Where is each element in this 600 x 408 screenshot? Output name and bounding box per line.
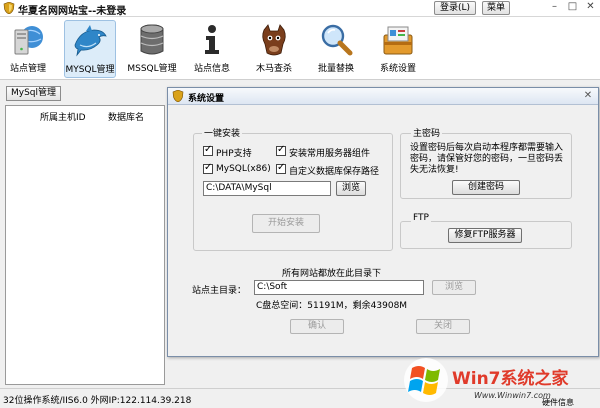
tool-batch-replace[interactable]: 批量替换 bbox=[310, 20, 362, 78]
custom-db-path-label: 自定义数据库保存路径 bbox=[289, 167, 380, 177]
tool-label: 系统设置 bbox=[379, 64, 416, 74]
start-install-button[interactable]: 开始安装 bbox=[252, 214, 320, 233]
tool-label: 站点信息 bbox=[193, 64, 230, 74]
confirm-button[interactable]: 确认 bbox=[290, 319, 344, 334]
tool-label: 木马查杀 bbox=[255, 64, 292, 74]
tool-label: 站点管理 bbox=[9, 64, 46, 74]
create-password-button[interactable]: 创建密码 bbox=[452, 180, 520, 195]
tool-label: 批量替换 bbox=[317, 64, 354, 74]
login-button[interactable]: 登录(L) bbox=[434, 1, 476, 15]
tool-site-info[interactable]: 站点信息 bbox=[186, 20, 238, 78]
server-icon bbox=[14, 26, 43, 55]
tool-mysql-management[interactable]: MYSQL管理 bbox=[64, 20, 116, 78]
maximize-icon[interactable]: □ bbox=[566, 1, 579, 15]
tool-trojan-scan[interactable]: 木马查杀 bbox=[248, 20, 300, 78]
site-watermark: Win7系统之家 Www.Winwin7.com 硬件信息 bbox=[402, 354, 598, 407]
column-header-db-name[interactable]: 数据库名 bbox=[108, 110, 144, 123]
master-password-group-label: 主密码 bbox=[411, 126, 443, 139]
mysql-x86-checkbox[interactable] bbox=[203, 162, 213, 174]
main-toolbar: 站点管理 MYSQL管理 MSSQL管理 站点信息 木马查杀 批量替换 系统设置 bbox=[0, 17, 600, 80]
master-password-description: 设置密码后每次启动本程序都需要输入密码，请保管好您的密码，一旦密码丢失无法恢复! bbox=[410, 143, 564, 175]
tool-site-management[interactable]: 站点管理 bbox=[2, 20, 54, 78]
dolphin-icon bbox=[74, 25, 107, 57]
dialog-title-bar: 系统设置 ✕ bbox=[168, 88, 598, 105]
status-text: 32位操作系统/IIS6.0 外网IP:122.114.39.218 bbox=[3, 396, 192, 406]
shield-logo-icon bbox=[3, 2, 15, 14]
mysql-x86-label: MySQL(x86) bbox=[216, 164, 271, 174]
info-icon bbox=[205, 25, 219, 54]
column-header-host-id[interactable]: 所属主机ID bbox=[40, 110, 86, 123]
custom-db-path-checkbox[interactable] bbox=[276, 162, 286, 174]
close-button[interactable]: 关闭 bbox=[416, 319, 470, 334]
database-icon bbox=[140, 24, 164, 55]
tool-label: MYSQL管理 bbox=[65, 65, 115, 75]
menu-button[interactable]: 菜单 bbox=[482, 1, 510, 15]
settings-icon bbox=[383, 26, 413, 55]
site-dir-browse-button[interactable]: 浏览 bbox=[432, 280, 476, 295]
server-components-label: 安装常用服务器组件 bbox=[289, 149, 371, 159]
watermark-overlay-text: 硬件信息 bbox=[542, 397, 574, 406]
tab-mysql-management[interactable]: MySql管理 bbox=[6, 86, 62, 101]
db-path-browse-button[interactable]: 浏览 bbox=[336, 181, 366, 196]
watermark-url: Www.Winwin7.com bbox=[474, 391, 551, 400]
close-icon[interactable]: ✕ bbox=[584, 1, 597, 15]
php-support-checkbox[interactable] bbox=[203, 144, 213, 156]
magnifier-icon bbox=[321, 24, 353, 56]
shield-logo-icon bbox=[172, 90, 184, 102]
install-group-label: 一键安装 bbox=[202, 126, 243, 139]
tool-label: MSSQL管理 bbox=[127, 64, 177, 74]
database-list[interactable]: 所属主机ID 数据库名 bbox=[5, 105, 165, 385]
system-settings-dialog: 系统设置 ✕ 一键安装 PHP支持 安装常用服务器组件 MySQL(x86) 自… bbox=[167, 87, 599, 357]
disk-space-info: C盘总空间：51191M，剩余43908M bbox=[256, 301, 408, 311]
dialog-title: 系统设置 bbox=[188, 94, 225, 104]
server-components-checkbox[interactable] bbox=[276, 144, 286, 156]
app-title: 华夏名网网站宝--未登录 bbox=[18, 6, 127, 17]
trojan-horse-icon bbox=[262, 24, 286, 56]
site-dir-hint: 所有网站都放在此目录下 bbox=[282, 269, 382, 279]
tool-system-settings[interactable]: 系统设置 bbox=[372, 20, 424, 78]
tool-mssql-management[interactable]: MSSQL管理 bbox=[126, 20, 178, 78]
title-bar: 华夏名网网站宝--未登录 登录(L) 菜单 – □ ✕ bbox=[0, 0, 600, 17]
watermark-brand: Win7系统之家 bbox=[452, 368, 569, 389]
dialog-close-icon[interactable]: ✕ bbox=[582, 90, 594, 102]
site-dir-input[interactable]: C:\Soft bbox=[254, 280, 424, 295]
db-path-input[interactable]: C:\DATA\MySql bbox=[203, 181, 331, 196]
ftp-group-label: FTP bbox=[411, 213, 431, 223]
minimize-icon[interactable]: – bbox=[548, 1, 561, 15]
repair-ftp-button[interactable]: 修复FTP服务器 bbox=[448, 228, 522, 243]
windows-logo-icon: Win7系统之家 Www.Winwin7.com 硬件信息 bbox=[404, 358, 574, 407]
site-dir-label: 站点主目录： bbox=[192, 286, 247, 296]
php-support-label: PHP支持 bbox=[216, 149, 252, 159]
